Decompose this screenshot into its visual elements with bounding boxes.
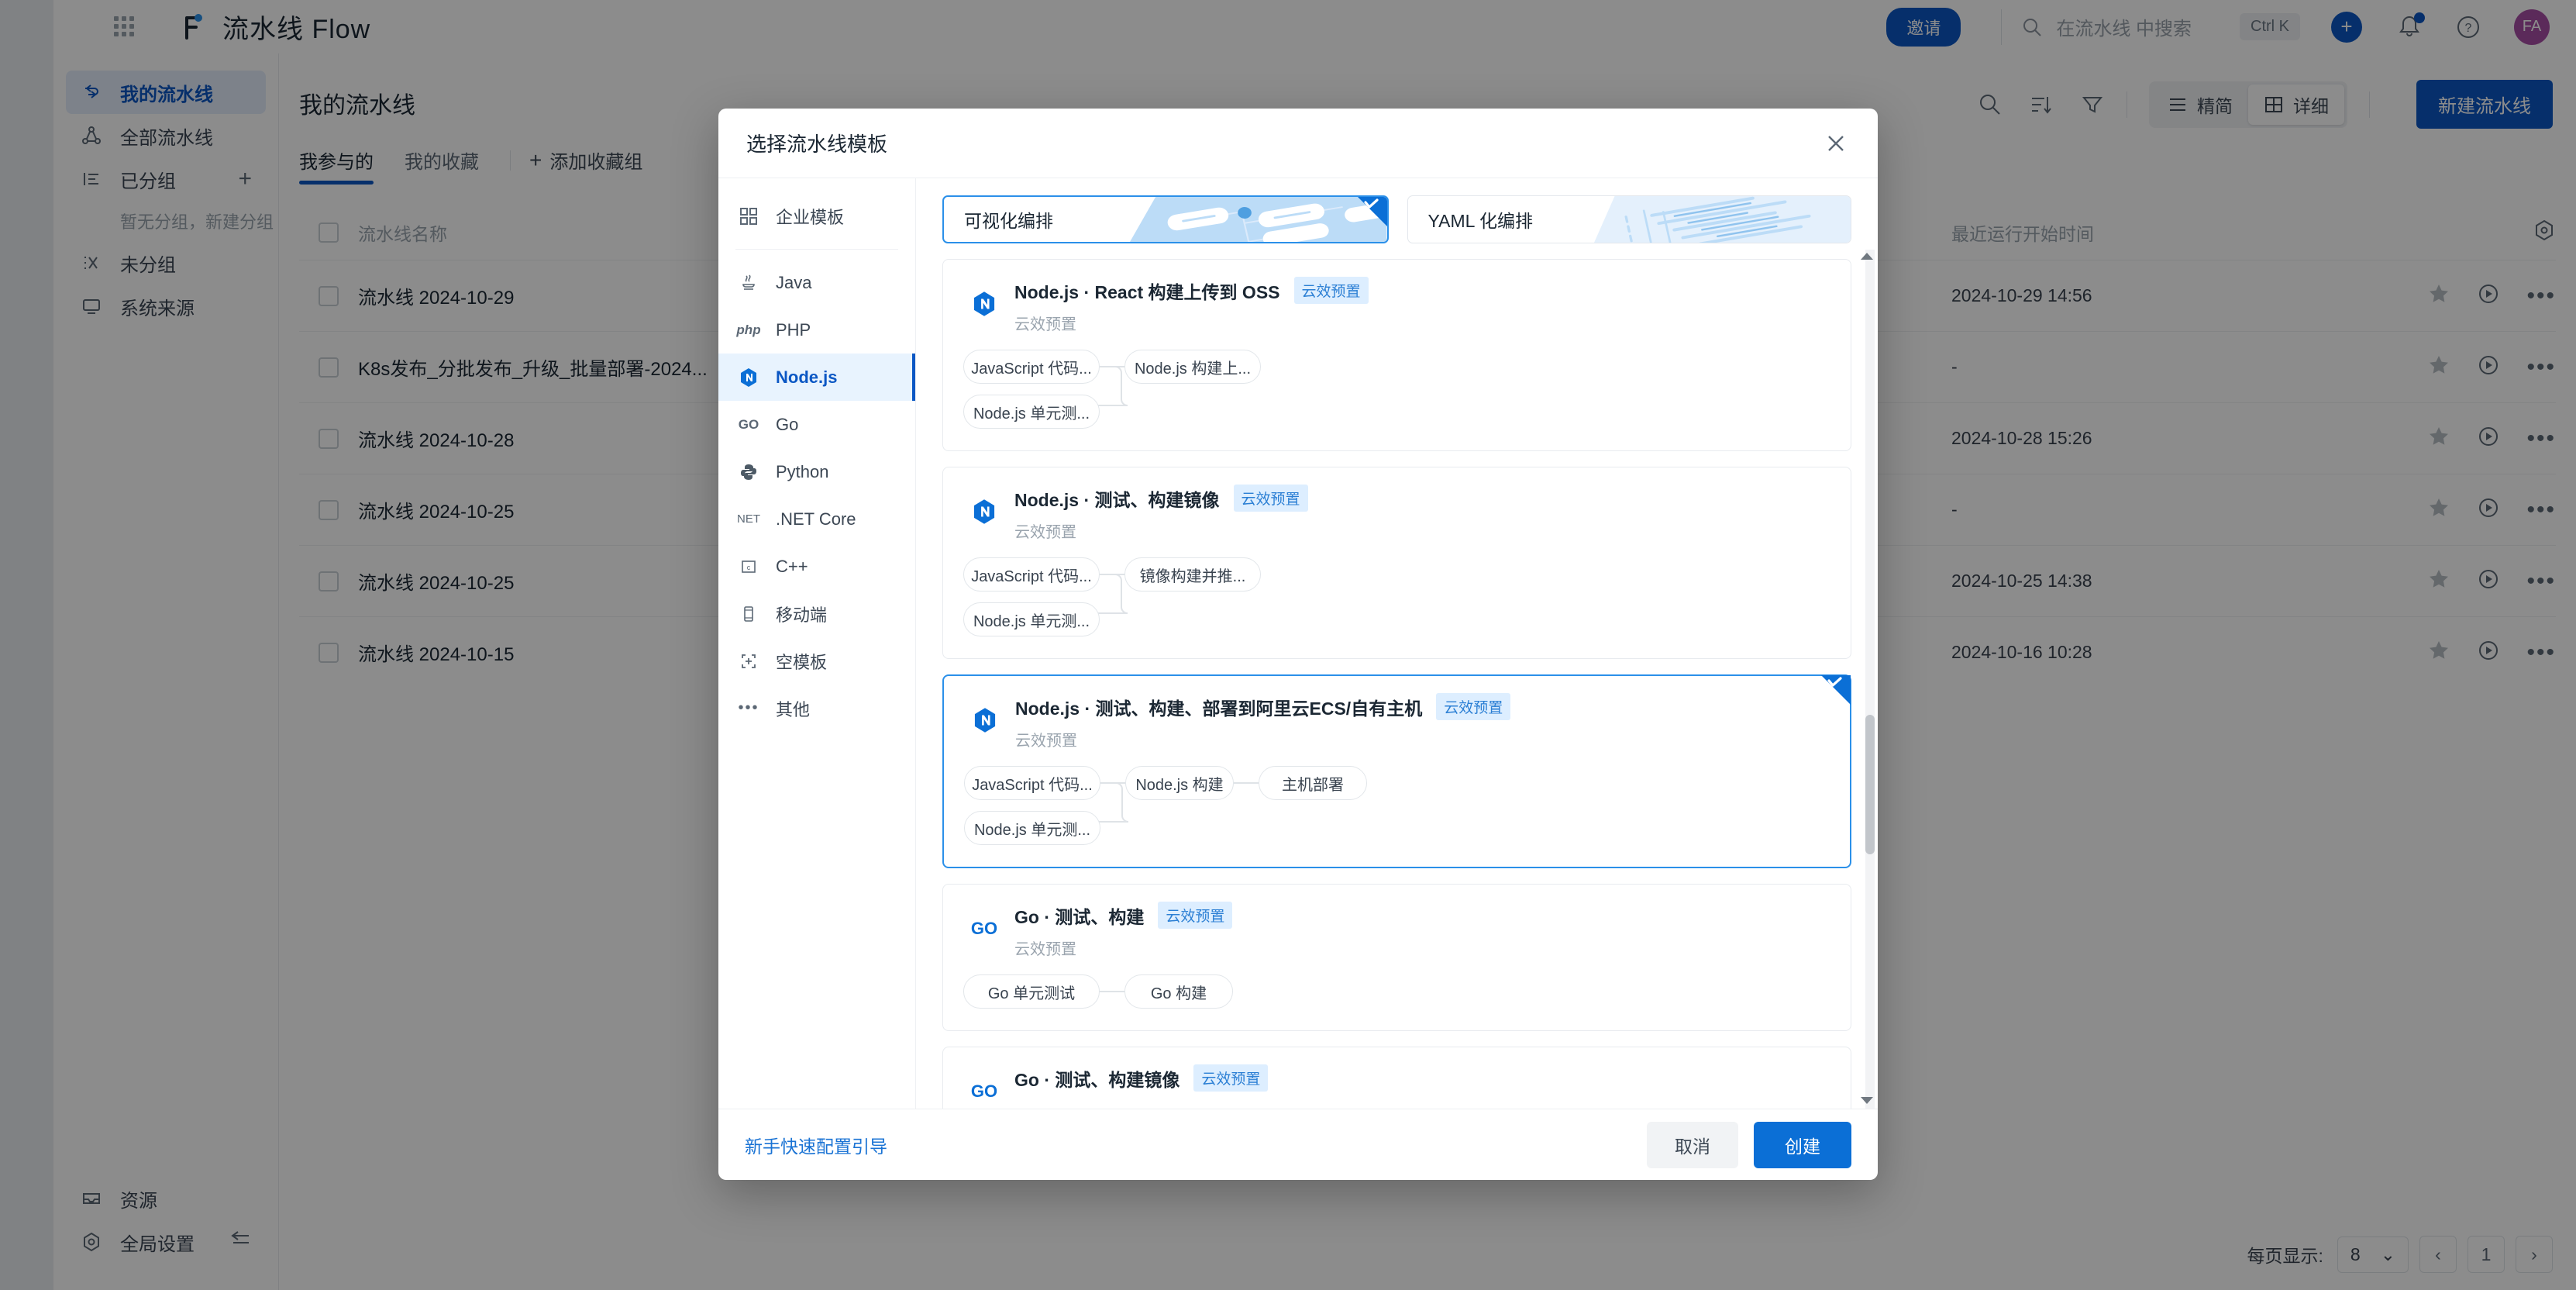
selected-check-icon bbox=[1821, 675, 1851, 705]
scroll-up-arrow-icon[interactable] bbox=[1861, 253, 1873, 260]
create-button[interactable]: 创建 bbox=[1754, 1121, 1851, 1168]
go-icon: GO bbox=[970, 919, 998, 938]
status-badge: 云效预置 bbox=[1193, 1064, 1269, 1092]
status-badge: 云效预置 bbox=[1233, 485, 1308, 512]
template-card[interactable]: Node.js · 测试、构建、部署到阿里云ECS/自有主机 云效预置 云效预置 bbox=[942, 674, 1851, 868]
cpp-icon: c bbox=[735, 557, 762, 576]
status-badge: 云效预置 bbox=[1293, 277, 1369, 304]
template-subtitle: 云效预置 bbox=[1014, 316, 1076, 333]
status-badge: 云效预置 bbox=[1436, 693, 1511, 720]
nodejs-icon bbox=[968, 288, 1000, 320]
dialog-nav-label: Java bbox=[776, 272, 812, 292]
template-card[interactable]: GO Go · 测试、构建镜像 云效预置 bbox=[942, 1047, 1851, 1109]
template-title: Go · 测试、构建 bbox=[1014, 906, 1145, 927]
python-icon bbox=[735, 463, 762, 481]
flow-node: JavaScript 代码... bbox=[964, 766, 1100, 800]
blank-template-icon bbox=[735, 652, 762, 671]
dialog-category-nav: 企业模板 Java php PHP Node.js GO Go Python N… bbox=[718, 178, 916, 1109]
flow-node: JavaScript 代码... bbox=[963, 557, 1100, 592]
template-flow-graph: JavaScript 代码... Node.js 单元测... Node.js … bbox=[963, 350, 1830, 430]
close-icon[interactable] bbox=[1822, 129, 1850, 157]
dotnet-icon: NET bbox=[737, 512, 760, 526]
scrollbar-thumb[interactable] bbox=[1865, 715, 1875, 854]
dialog-main: 可视化编排 YAML 化编排 Node.js · React 构建上传到 OSS… bbox=[916, 178, 1878, 1109]
template-flow-graph: JavaScript 代码... Node.js 单元测... Node.js … bbox=[964, 766, 1830, 847]
mode-card-label: YAML 化编排 bbox=[1427, 211, 1533, 231]
mobile-icon bbox=[735, 605, 762, 623]
orchestration-mode-row: 可视化编排 YAML 化编排 bbox=[916, 178, 1878, 259]
dialog-nav-label: 企业模板 bbox=[776, 207, 845, 227]
dialog-nav-label: Python bbox=[776, 461, 829, 481]
cancel-button[interactable]: 取消 bbox=[1647, 1121, 1738, 1168]
flow-node: Node.js 构建 bbox=[1125, 766, 1234, 800]
dialog-nav-label: PHP bbox=[776, 319, 811, 340]
nodejs-icon bbox=[735, 367, 762, 388]
dialog-title: 选择流水线模板 bbox=[746, 133, 888, 156]
template-title: Node.js · React 构建上传到 OSS bbox=[1014, 281, 1280, 302]
flow-node: JavaScript 代码... bbox=[963, 350, 1100, 384]
template-title: Node.js · 测试、构建、部署到阿里云ECS/自有主机 bbox=[1015, 698, 1423, 719]
dialog-nav-label: C++ bbox=[776, 556, 808, 576]
dialog-nav-label: 其他 bbox=[776, 699, 811, 719]
template-subtitle: 云效预置 bbox=[1014, 941, 1076, 958]
dialog-nav-php[interactable]: php PHP bbox=[718, 306, 915, 354]
template-card[interactable]: Node.js · 测试、构建镜像 云效预置 云效预置 JavaScript 代… bbox=[942, 467, 1851, 659]
mode-card-label: 可视化编排 bbox=[964, 211, 1053, 231]
php-icon: php bbox=[736, 322, 761, 337]
flow-node: Node.js 单元测... bbox=[963, 395, 1100, 429]
template-list[interactable]: Node.js · React 构建上传到 OSS 云效预置 云效预置 Java… bbox=[916, 259, 1878, 1109]
dialog-footer: 新手快速配置引导 取消 创建 bbox=[718, 1109, 1878, 1180]
flow-node: Go 单元测试 bbox=[963, 974, 1100, 1009]
dialog-nav-blank-template[interactable]: 空模板 bbox=[718, 637, 915, 685]
template-list-scrollbar[interactable] bbox=[1865, 250, 1875, 1109]
dialog-nav-label: 空模板 bbox=[776, 652, 828, 672]
dialog-nav-cpp[interactable]: c C++ bbox=[718, 543, 915, 590]
scroll-down-arrow-icon[interactable] bbox=[1861, 1097, 1873, 1104]
yaml-lines-art bbox=[1593, 196, 1851, 243]
nav-separator bbox=[735, 249, 898, 250]
template-title: Go · 测试、构建镜像 bbox=[1014, 1069, 1180, 1090]
dialog-nav-label: .NET Core bbox=[776, 509, 856, 529]
flow-node: 镜像构建并推... bbox=[1124, 557, 1261, 592]
dialog-nav-label: Go bbox=[776, 414, 799, 434]
pipeline-nodes-art bbox=[1130, 197, 1387, 242]
template-title: Node.js · 测试、构建镜像 bbox=[1014, 489, 1220, 510]
template-flow-graph: JavaScript 代码... Node.js 单元测... 镜像构建并推..… bbox=[963, 557, 1830, 638]
dialog-nav-label: Node.js bbox=[776, 367, 838, 387]
flow-node: Node.js 单元测... bbox=[963, 602, 1100, 636]
template-picker-dialog: 选择流水线模板 企业模板 Java php PHP Node.js GO Go … bbox=[718, 109, 1878, 1180]
mode-card-yaml[interactable]: YAML 化编排 bbox=[1407, 195, 1851, 243]
go-icon: GO bbox=[738, 416, 759, 432]
dialog-nav-python[interactable]: Python bbox=[718, 448, 915, 495]
mode-card-visual[interactable]: 可视化编排 bbox=[942, 195, 1389, 243]
go-icon: GO bbox=[970, 1081, 998, 1101]
template-flow-graph: Go 单元测试 Go 构建 bbox=[963, 974, 1830, 1010]
flow-node: Go 构建 bbox=[1124, 974, 1233, 1009]
dialog-nav-go[interactable]: GO Go bbox=[718, 401, 915, 448]
status-badge: 云效预置 bbox=[1158, 902, 1233, 929]
dialog-nav-dotnet[interactable]: NET .NET Core bbox=[718, 495, 915, 543]
nodejs-icon bbox=[969, 704, 1001, 736]
dialog-nav-nodejs[interactable]: Node.js bbox=[718, 354, 915, 401]
nodejs-icon bbox=[968, 495, 1000, 528]
dialog-nav-enterprise[interactable]: 企业模板 bbox=[718, 192, 915, 240]
dialog-header: 选择流水线模板 bbox=[718, 109, 1878, 178]
enterprise-icon bbox=[735, 207, 762, 226]
dialog-nav-other[interactable]: ••• 其他 bbox=[718, 685, 915, 732]
flow-node: Node.js 构建上... bbox=[1124, 350, 1261, 384]
template-subtitle: 云效预置 bbox=[1014, 524, 1076, 541]
quick-setup-guide-link[interactable]: 新手快速配置引导 bbox=[745, 1132, 887, 1158]
template-card[interactable]: Node.js · React 构建上传到 OSS 云效预置 云效预置 Java… bbox=[942, 259, 1851, 451]
ellipsis-icon: ••• bbox=[738, 699, 759, 716]
flow-node: 主机部署 bbox=[1259, 766, 1367, 800]
java-icon bbox=[735, 274, 762, 292]
dialog-nav-java[interactable]: Java bbox=[718, 259, 915, 306]
template-subtitle: 云效预置 bbox=[1015, 733, 1077, 750]
svg-text:c: c bbox=[747, 564, 751, 571]
dialog-nav-mobile[interactable]: 移动端 bbox=[718, 590, 915, 637]
template-card[interactable]: GO Go · 测试、构建 云效预置 云效预置 Go 单元测试 Go 构建 bbox=[942, 884, 1851, 1031]
flow-node: Node.js 单元测... bbox=[964, 811, 1100, 845]
selected-check-icon bbox=[1357, 197, 1387, 226]
dialog-nav-label: 移动端 bbox=[776, 605, 828, 625]
